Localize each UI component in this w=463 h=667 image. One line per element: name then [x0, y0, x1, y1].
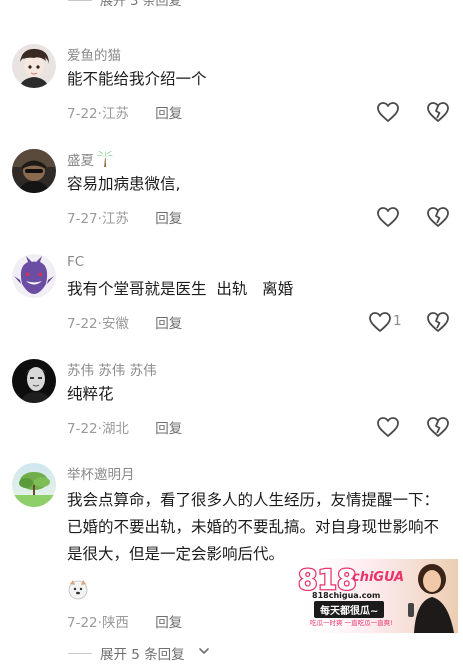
comment-text: 纯粹花: [67, 385, 114, 403]
broken-heart-icon: [427, 207, 449, 227]
comment-date: 7-27: [67, 211, 98, 227]
comment-text: 能不能给我介绍一个: [67, 70, 207, 88]
heart-icon: [377, 102, 399, 122]
expand-replies-label: 展开 5 条回复: [100, 647, 185, 663]
like-button[interactable]: [376, 101, 400, 123]
heart-icon: [377, 207, 399, 227]
comment-text: 我有个堂哥就是医生 出轨 离婚: [67, 280, 294, 298]
like-button[interactable]: [368, 311, 392, 333]
dislike-button[interactable]: [426, 416, 450, 438]
comment-location: 安徽: [101, 316, 129, 332]
heart-icon: [377, 417, 399, 437]
dog-emoji-icon: [67, 578, 89, 600]
username[interactable]: FC: [67, 254, 84, 270]
comment-location: 江苏: [101, 211, 129, 227]
reply-button[interactable]: 回复: [155, 417, 182, 437]
watermark-url: 818chigua.com: [312, 591, 381, 600]
dislike-button[interactable]: [426, 206, 450, 228]
broken-heart-icon: [427, 417, 449, 437]
comment-date: 7-22: [67, 316, 98, 332]
like-button[interactable]: [376, 206, 400, 228]
like-count: 1: [393, 313, 402, 329]
like-button[interactable]: [376, 416, 400, 438]
username[interactable]: 举杯邀明月: [67, 463, 135, 483]
broken-heart-icon: [427, 312, 449, 332]
expand-replies-bottom[interactable]: 展开 5 条回复: [0, 641, 463, 665]
avatar[interactable]: [12, 359, 56, 403]
username[interactable]: 盛夏: [67, 149, 114, 172]
avatar[interactable]: [12, 44, 56, 88]
palm-tree-icon: [96, 150, 114, 172]
comment-meta: 7-22·陕西 回复: [67, 611, 182, 631]
comment-date: 7-22: [67, 615, 98, 631]
username-text: 盛夏: [67, 153, 94, 169]
comment-meta: 7-22·安徽 回复: [67, 312, 182, 332]
dislike-button[interactable]: [426, 101, 450, 123]
comment-text: 我会点算命，看了很多人的人生经历，友情提醒一下：已婚的不要出轨，未婚的不要乱搞。…: [67, 491, 440, 563]
broken-heart-icon: [427, 102, 449, 122]
comment-location: 江苏: [101, 106, 129, 122]
reply-button[interactable]: 回复: [155, 611, 182, 631]
avatar[interactable]: [12, 463, 56, 507]
chevron-down-icon: [199, 648, 209, 655]
comment-list: 展开 3 条回复 爱鱼的猫 能不能给我介绍一个 7-22·江苏 回复 盛夏 容易…: [0, 0, 463, 667]
comment-meta: 7-27·江苏 回复: [67, 207, 182, 227]
avatar[interactable]: [12, 254, 56, 298]
username[interactable]: 爱鱼的猫: [67, 44, 121, 64]
divider-line: [68, 653, 92, 654]
comment-location: 陕西: [101, 615, 129, 631]
watermark-tagline: 吃瓜一时爽 一直吃瓜一直爽!: [310, 619, 393, 627]
watermark-slogan: 每天都很瓜~: [314, 601, 385, 618]
comment-meta: 7-22·湖北 回复: [67, 417, 182, 437]
comment-text: 容易加病患微信,: [67, 175, 181, 193]
expand-replies-label: 展开 3 条回复: [100, 0, 182, 9]
comment-date: 7-22: [67, 106, 98, 122]
divider-line: [68, 0, 92, 1]
expand-replies-top[interactable]: 展开 3 条回复: [0, 0, 463, 14]
avatar[interactable]: [12, 149, 56, 193]
svg-text:chiGUA: chiGUA: [352, 570, 404, 585]
watermark-ad: 818 chiGUA 818chigua.com 每天都很瓜~ 吃瓜一时爽 一直…: [296, 559, 458, 633]
comment-date: 7-22: [67, 421, 98, 437]
reply-button[interactable]: 回复: [155, 207, 182, 227]
comment-location: 湖北: [101, 421, 129, 437]
comment-meta: 7-22·江苏 回复: [67, 102, 182, 122]
reply-button[interactable]: 回复: [155, 312, 182, 332]
username[interactable]: 苏伟 苏伟 苏伟: [67, 359, 157, 379]
heart-icon: [369, 312, 391, 332]
reply-button[interactable]: 回复: [155, 102, 182, 122]
dislike-button[interactable]: [426, 311, 450, 333]
